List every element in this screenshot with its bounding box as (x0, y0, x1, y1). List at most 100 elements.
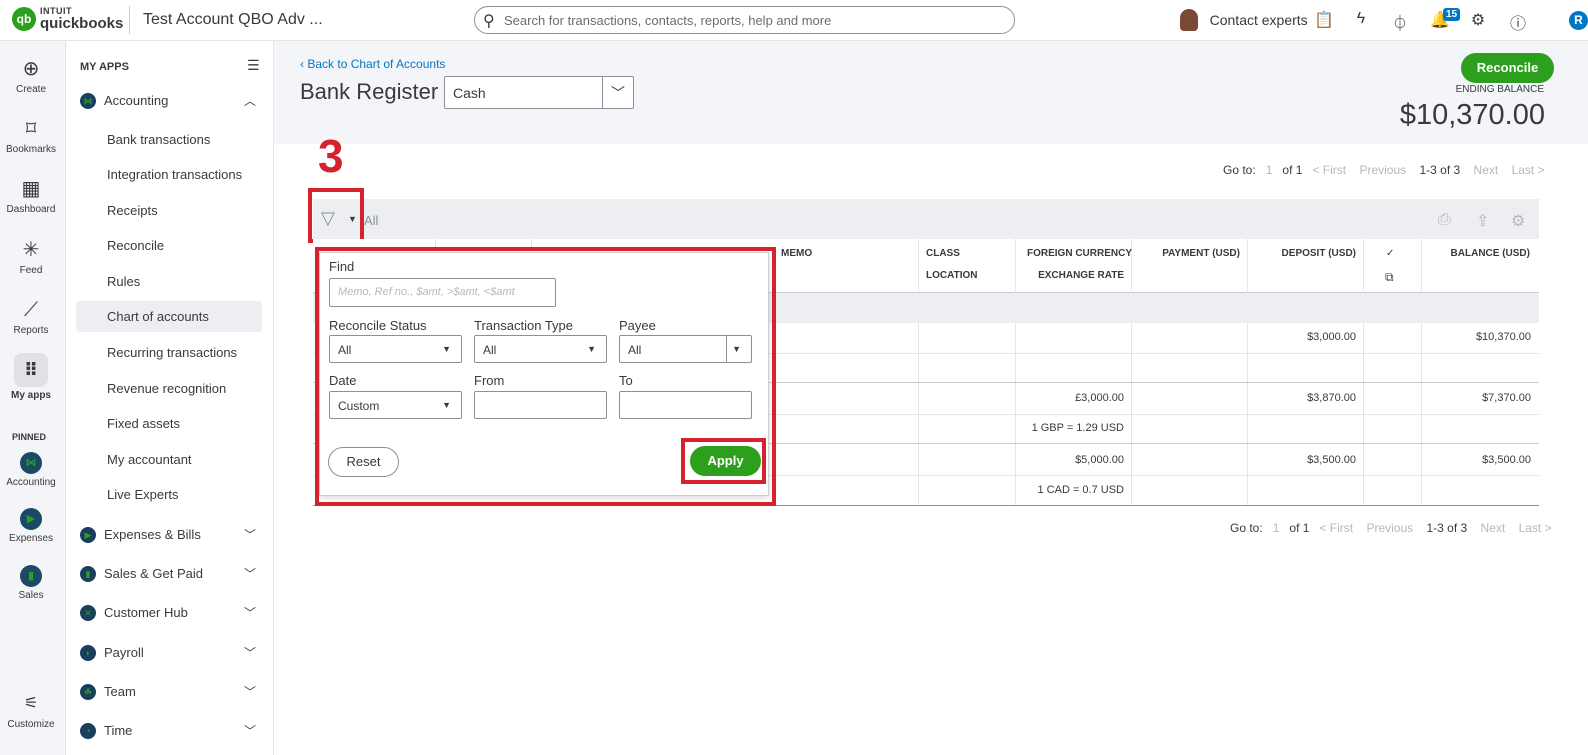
col-header-payment[interactable]: PAYMENT (USD) (1140, 243, 1240, 265)
find-input[interactable]: Memo, Ref no., $amt, >$amt, <$amt (329, 278, 556, 307)
company-name[interactable]: Test Account QBO Adv ... (143, 11, 323, 29)
collapse-panel-icon[interactable]: ☰ (247, 57, 260, 74)
rail-customize[interactable]: ⚟ Customize (0, 692, 62, 730)
section-payroll[interactable]: ◗ Payroll ﹀ (80, 641, 262, 665)
create-icon: ⊕ (22, 58, 40, 80)
global-search-input[interactable]: ⚲ Search for transactions, contacts, rep… (474, 6, 1015, 34)
rail-label: Feed (19, 265, 43, 276)
cell-balance: $7,370.00 (1482, 392, 1531, 404)
reset-button[interactable]: Reset (328, 447, 399, 477)
section-time[interactable]: ◔ Time ﹀ (80, 719, 262, 743)
last-page-link[interactable]: Last > (1512, 163, 1545, 177)
page-input[interactable]: 1 (1266, 163, 1273, 177)
col-header-balance[interactable]: BALANCE (USD) (1430, 243, 1530, 265)
first-page-link[interactable]: < First (1312, 163, 1346, 177)
sub-integration-transactions[interactable]: Integration transactions (107, 167, 242, 182)
rail-label: Dashboard (6, 204, 56, 215)
col-header-deposit[interactable]: DEPOSIT (USD) (1256, 243, 1356, 265)
register-toolbar (313, 199, 1539, 239)
sub-chart-of-accounts[interactable]: Chart of accounts (107, 309, 209, 324)
back-to-chart-link[interactable]: ‹ Back to Chart of Accounts (300, 57, 445, 71)
rail-reports[interactable]: ⟋ Reports (0, 298, 62, 336)
reconcile-status-value: All (338, 343, 352, 357)
user-avatar[interactable]: R (1569, 11, 1588, 30)
expenses-icon: ▶ (20, 508, 42, 530)
previous-page-link[interactable]: Previous (1366, 521, 1413, 535)
transaction-type-select[interactable]: All ▼ (474, 335, 607, 363)
brand-wordmark[interactable]: INTUIT quickbooks (40, 6, 123, 31)
sub-my-accountant[interactable]: My accountant (107, 452, 192, 467)
col-header-reconciled-check[interactable]: ✓ (1386, 243, 1394, 265)
last-page-link[interactable]: Last > (1519, 521, 1552, 535)
team-icon: ☘ (80, 684, 96, 700)
rail-label: Reports (13, 325, 49, 336)
from-label: From (474, 373, 505, 388)
sub-recurring-transactions[interactable]: Recurring transactions (107, 345, 237, 360)
date-value: Custom (338, 399, 380, 413)
rail-my-apps[interactable]: ⠿ My apps (0, 353, 62, 401)
plug-icon[interactable]: ⏀ (1391, 10, 1409, 34)
feed-icon: ✳ (22, 239, 40, 261)
rail-pinned-accounting[interactable]: ⋈ Accounting (0, 452, 62, 488)
search-icon: ⚲ (483, 13, 495, 30)
sub-live-experts[interactable]: Live Experts (107, 487, 179, 502)
section-sales-get-paid[interactable]: ▮ Sales & Get Paid ﹀ (80, 562, 262, 586)
col-header-exchange-rate[interactable]: EXCHANGE RATE (1022, 265, 1124, 287)
payee-select[interactable]: All ▼ (619, 335, 752, 363)
col-header-location[interactable]: LOCATION (926, 265, 977, 287)
rail-pinned-expenses[interactable]: ▶ Expenses (0, 508, 62, 544)
rail-feed[interactable]: ✳ Feed (0, 238, 62, 276)
quickbooks-logo-icon[interactable]: qb (12, 7, 36, 31)
rail-dashboard[interactable]: ▦ Dashboard (0, 177, 62, 215)
contact-experts-label: Contact experts (1209, 12, 1308, 28)
bookmark-icon: ⌑ (25, 118, 37, 140)
annotation-box-apply (681, 438, 766, 484)
lightning-icon[interactable]: ϟ (1352, 10, 1370, 28)
copy-icon[interactable]: ⧉ (1385, 266, 1394, 288)
reconcile-button[interactable]: Reconcile (1461, 53, 1554, 83)
section-label: Payroll (104, 645, 144, 660)
settings-gear-icon[interactable]: ⚙ (1511, 211, 1525, 231)
section-accounting[interactable]: ⋈ Accounting ︿ (80, 89, 262, 113)
pinned-header: PINNED (12, 432, 47, 442)
back-link-label: Back to Chart of Accounts (307, 57, 446, 71)
clipboard-icon[interactable]: 📋 (1314, 10, 1334, 30)
page-input[interactable]: 1 (1273, 521, 1280, 535)
section-team[interactable]: ☘ Team ﹀ (80, 680, 262, 704)
date-select[interactable]: Custom ▼ (329, 391, 462, 419)
section-expenses-bills[interactable]: ▶ Expenses & Bills ﹀ (80, 523, 262, 547)
col-header-class[interactable]: CLASS (926, 243, 960, 265)
sub-revenue-recognition[interactable]: Revenue recognition (107, 381, 226, 396)
previous-page-link[interactable]: Previous (1359, 163, 1406, 177)
to-date-input[interactable] (619, 391, 752, 419)
first-page-link[interactable]: < First (1319, 521, 1353, 535)
export-icon[interactable]: ⇪ (1476, 211, 1489, 231)
col-header-memo[interactable]: MEMO (781, 243, 812, 265)
next-page-link[interactable]: Next (1474, 163, 1499, 177)
payee-value: All (628, 343, 642, 357)
rail-pinned-sales[interactable]: ▮ Sales (0, 565, 62, 601)
sub-bank-transactions[interactable]: Bank transactions (107, 132, 210, 147)
col-header-foreign-currency[interactable]: FOREIGN CURRENCY (1022, 243, 1132, 265)
sub-fixed-assets[interactable]: Fixed assets (107, 416, 180, 431)
cell-deposit: $3,870.00 (1307, 392, 1356, 404)
next-page-link[interactable]: Next (1481, 521, 1506, 535)
rail-bookmarks[interactable]: ⌑ Bookmarks (0, 117, 62, 155)
section-customer-hub[interactable]: ✕ Customer Hub ﹀ (80, 601, 262, 625)
sub-rules[interactable]: Rules (107, 274, 140, 289)
print-icon[interactable]: ⎙ (1438, 211, 1451, 229)
rail-create[interactable]: ⊕ Create (0, 57, 62, 95)
chevron-down-icon: ﹀ (611, 85, 625, 101)
top-bar: qb INTUIT quickbooks Test Account QBO Ad… (0, 0, 1588, 41)
help-icon[interactable]: ⓘ (1509, 10, 1527, 34)
gear-icon[interactable]: ⚙ (1469, 10, 1487, 30)
from-date-input[interactable] (474, 391, 607, 419)
goto-label: Go to: (1230, 521, 1263, 535)
cell-deposit: $3,500.00 (1307, 454, 1356, 466)
sub-reconcile[interactable]: Reconcile (107, 238, 164, 253)
cell-foreign-amount: £3,000.00 (1075, 392, 1124, 404)
contact-experts-button[interactable]: Contact experts (1180, 9, 1308, 31)
account-select[interactable]: Cash ﹀ (444, 76, 634, 109)
reconcile-status-select[interactable]: All ▼ (329, 335, 462, 363)
sub-receipts[interactable]: Receipts (107, 203, 158, 218)
